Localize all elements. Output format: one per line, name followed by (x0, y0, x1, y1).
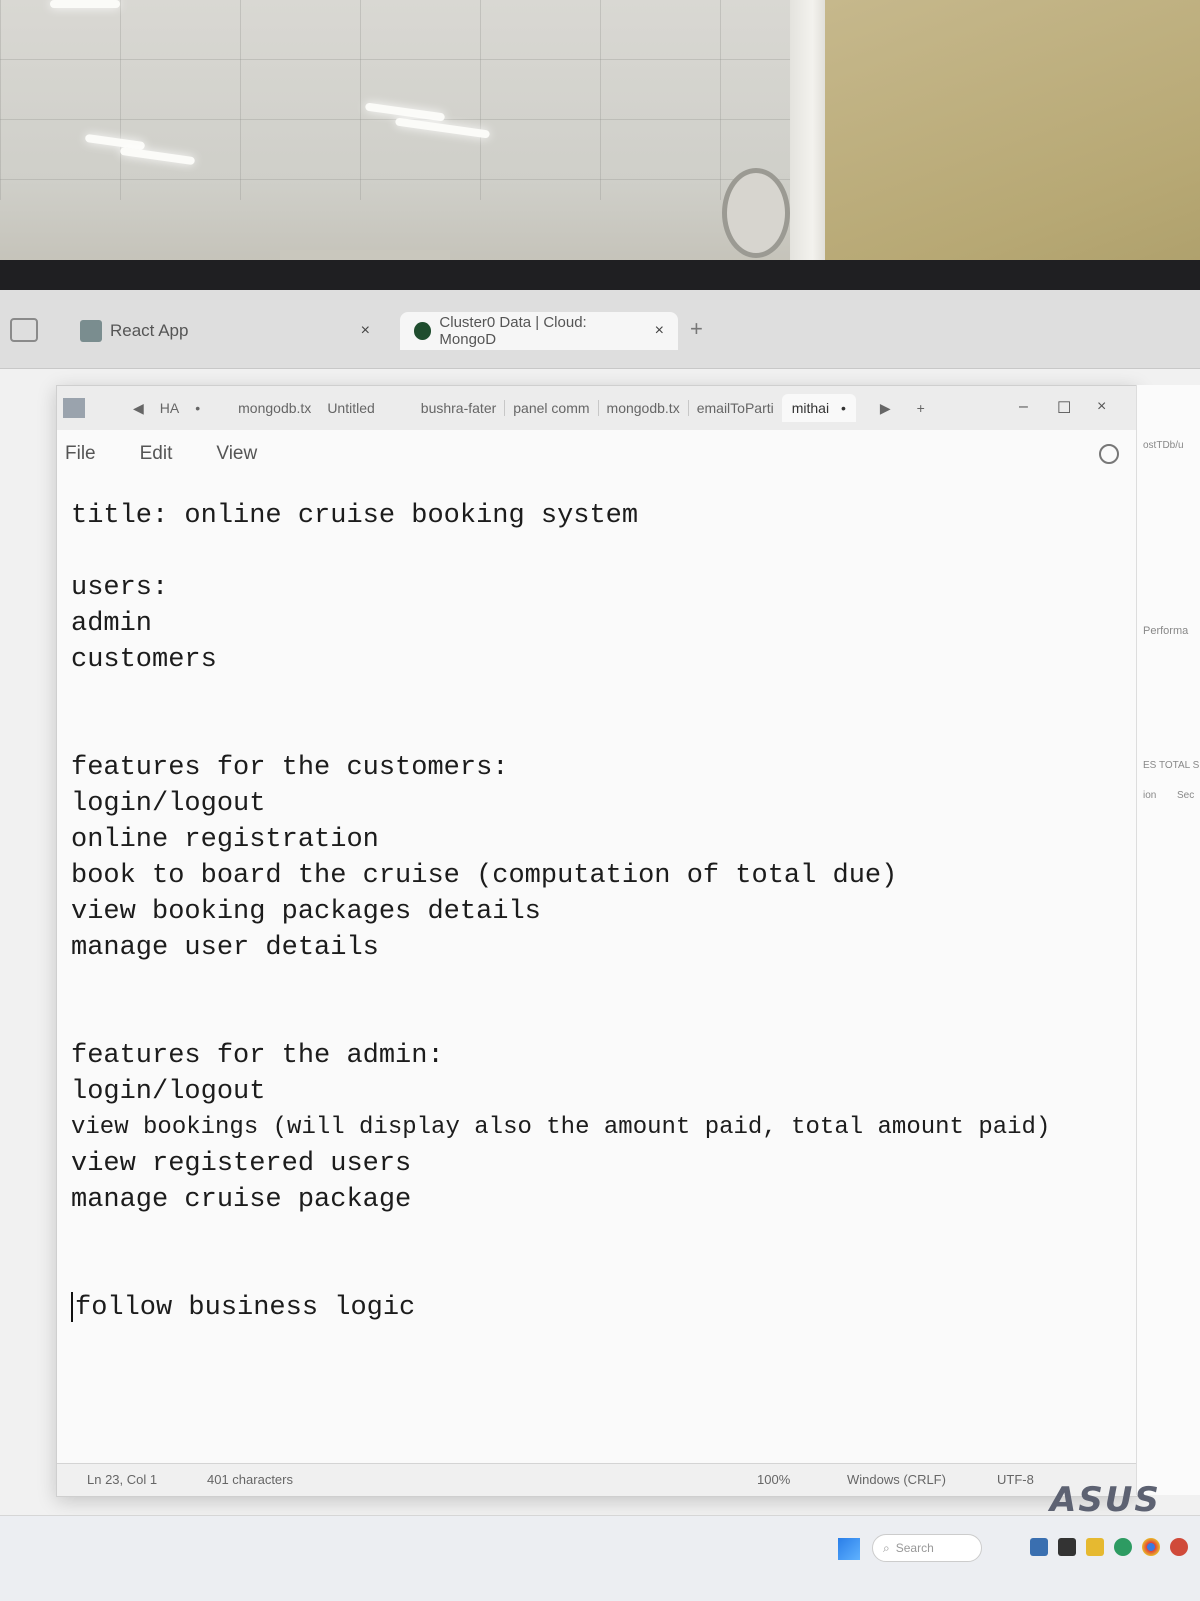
final-line: follow business logic (71, 1290, 1111, 1326)
feature-line: login/logout (71, 1077, 266, 1107)
user-line: customers (71, 645, 217, 675)
background-column: ion (1143, 790, 1157, 801)
admin-features-header: features for the admin: (71, 1041, 444, 1071)
background-crumb: ostTDb/u (1143, 440, 1184, 451)
monitor-screen: React App × Cluster0 Data | Cloud: Mongo… (0, 290, 1200, 1601)
notepad-app-icon (63, 398, 85, 418)
minimize-button[interactable]: – (1019, 398, 1028, 416)
notepad-tab-label: mithai (791, 400, 830, 416)
notepad-tab[interactable]: Untitled (319, 400, 382, 416)
edge-icon[interactable] (1114, 1538, 1132, 1556)
notepad-tab[interactable]: bushra-fater (413, 400, 504, 416)
mongodb-leaf-icon (414, 322, 432, 340)
scroll-left-icon[interactable]: ◀ (125, 400, 152, 417)
notepad-menu-bar: File Edit View (57, 436, 1145, 472)
wall-clock (722, 168, 790, 258)
text-caret (71, 1291, 73, 1322)
app-icon[interactable] (1058, 1538, 1076, 1556)
feature-line: manage cruise package (71, 1185, 412, 1215)
feature-line: online registration (71, 825, 379, 855)
cursor-position: Ln 23, Col 1 (87, 1472, 158, 1487)
background-tab[interactable]: Performa (1143, 625, 1188, 637)
monitor-brand-logo: ASUS (1050, 1480, 1161, 1520)
unsaved-dot-icon: • (840, 400, 846, 416)
browser-tab-strip: React App × Cluster0 Data | Cloud: Mongo… (0, 290, 1200, 369)
browser-tab-label: Cluster0 Data | Cloud: MongoD (439, 314, 587, 348)
notepad-tab[interactable]: mongodb.tx (597, 400, 688, 416)
character-count: 401 characters (207, 1472, 293, 1487)
background-column: Sec (1177, 790, 1195, 801)
taskbar-search[interactable]: ⌕ Search (872, 1534, 982, 1562)
text-editor[interactable]: title: online cruise booking system user… (71, 498, 1111, 1418)
feature-line: view booking packages details (71, 897, 541, 927)
search-icon: ⌕ (883, 1540, 890, 1555)
menu-edit[interactable]: Edit (140, 443, 173, 465)
notepad-window: ◀ HA • mongodb.tx Untitled bushra-fater … (56, 385, 1138, 1497)
notepad-tab[interactable]: mongodb.tx (230, 400, 319, 416)
react-favicon-icon (80, 320, 102, 342)
feature-line: book to board the cruise (computation of… (71, 861, 898, 891)
feature-line: view registered users (71, 1149, 412, 1179)
app-icon[interactable] (1030, 1538, 1048, 1556)
chrome-icon[interactable] (1142, 1538, 1160, 1556)
notepad-status-bar: Ln 23, Col 1 401 characters 100% Windows… (57, 1463, 1137, 1496)
users-header: users: (71, 573, 169, 603)
windows-start-icon[interactable] (838, 1538, 860, 1560)
unsaved-dot-icon: • (195, 400, 201, 416)
user-line: admin (71, 609, 153, 639)
menu-view[interactable]: View (216, 443, 257, 465)
feature-line: manage user details (71, 933, 379, 963)
feature-line: view bookings (will display also the amo… (71, 1114, 1051, 1141)
notepad-tab[interactable]: panel comm (504, 400, 597, 416)
feature-line: login/logout (71, 789, 266, 819)
ceiling-tiles (0, 0, 830, 200)
close-button[interactable]: × (1097, 398, 1106, 416)
notepad-new-tab-button[interactable]: + (909, 400, 933, 416)
encoding[interactable]: UTF-8 (997, 1472, 1034, 1487)
zoom-level[interactable]: 100% (757, 1472, 790, 1487)
final-line-text: follow business logic (75, 1293, 416, 1323)
customer-features-header: features for the customers: (71, 753, 509, 783)
close-icon[interactable]: × (655, 322, 664, 340)
doc-title: title: online cruise booking system (71, 501, 639, 531)
notepad-tab-active[interactable]: mithai • (781, 394, 856, 422)
background-window: ostTDb/u Performa ES TOTAL SIZE: ion Sec (1136, 385, 1200, 1495)
close-icon[interactable]: × (361, 322, 370, 340)
background-size-label: ES TOTAL SIZE: (1143, 760, 1200, 771)
notepad-tab-strip: ◀ HA • mongodb.tx Untitled bushra-fater … (57, 386, 1137, 430)
app-icon[interactable] (1170, 1538, 1188, 1556)
maximize-button[interactable]: ☐ (1057, 398, 1071, 418)
new-tab-button[interactable]: + (690, 316, 703, 342)
menu-file[interactable]: File (65, 443, 96, 465)
ceiling-lamp (50, 0, 120, 8)
scroll-right-icon[interactable]: ▶ (872, 400, 899, 417)
sidebar-toggle-icon[interactable] (10, 318, 38, 342)
notepad-tab[interactable]: emailToParti (687, 400, 782, 416)
windows-taskbar: ⌕ Search (0, 1515, 1200, 1601)
search-placeholder: Search (895, 1541, 934, 1555)
notepad-tab[interactable]: HA (152, 400, 187, 416)
browser-tab-mongodb[interactable]: Cluster0 Data | Cloud: MongoD × (400, 312, 678, 350)
folder-icon[interactable] (1086, 1538, 1104, 1556)
line-ending[interactable]: Windows (CRLF) (847, 1472, 946, 1487)
browser-tab-label: React App (110, 321, 189, 340)
settings-gear-icon[interactable] (1099, 444, 1119, 464)
browser-tab-react-app[interactable]: React App × (80, 312, 380, 350)
